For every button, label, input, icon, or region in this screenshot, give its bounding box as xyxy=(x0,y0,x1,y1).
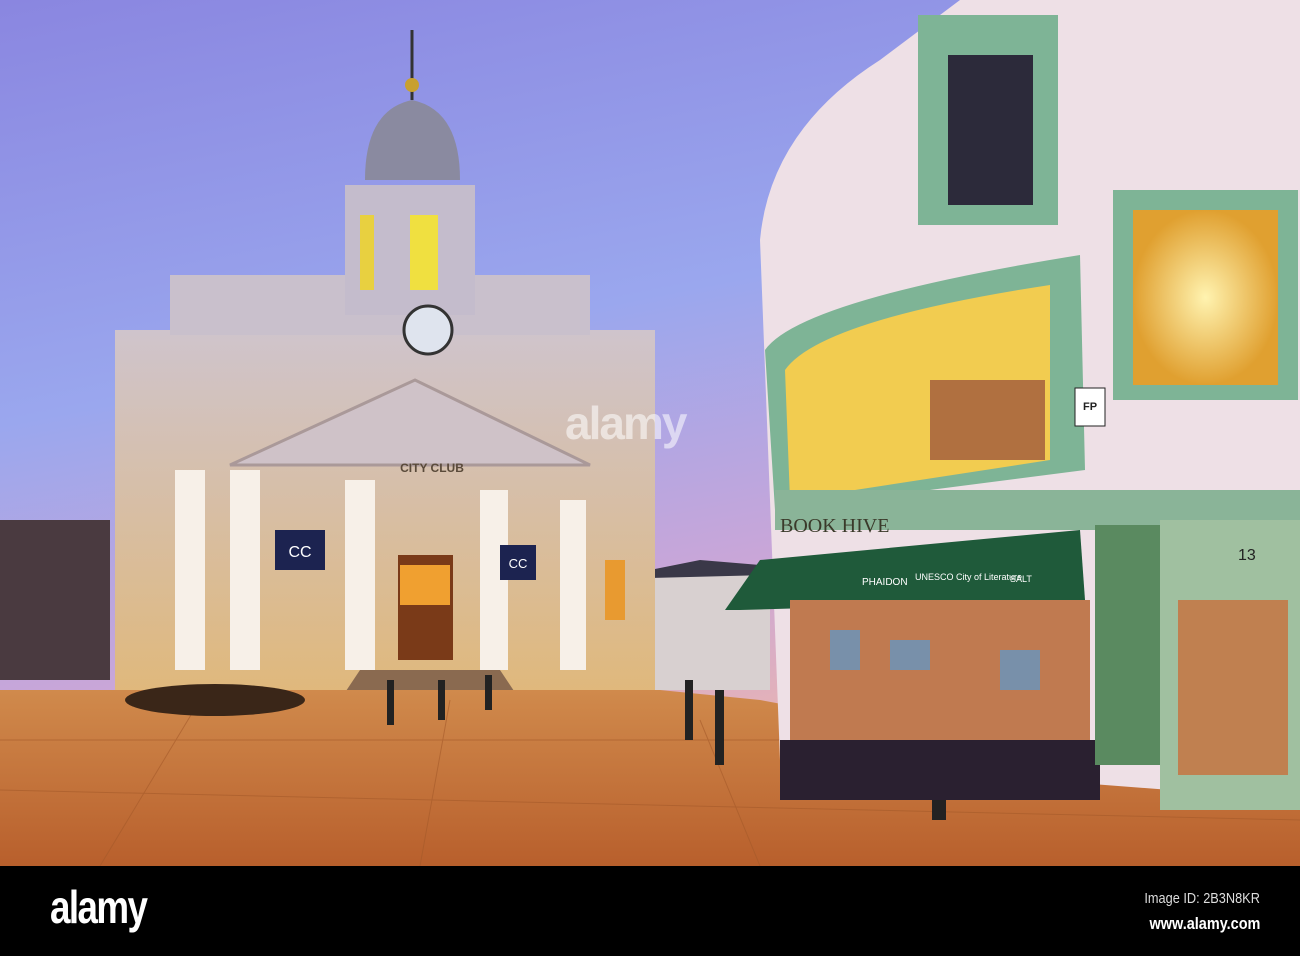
awning-salt: SALT xyxy=(1010,574,1032,584)
awning-publisher: PHAIDON xyxy=(862,577,908,588)
city-club-sign: CITY CLUB xyxy=(400,461,464,475)
background-buildings xyxy=(0,520,110,680)
bench xyxy=(125,684,305,716)
clock xyxy=(402,304,454,356)
club-banner-left: CC xyxy=(288,544,311,561)
awning-unesco: UNESCO City of Literature xyxy=(915,572,1022,582)
door-number: 13 xyxy=(1238,547,1256,564)
book-hive-building: FP BOOK HIVE PHAIDON UNESCO City of Lite… xyxy=(725,0,1300,810)
site-url[interactable]: www.alamy.com xyxy=(1149,914,1260,934)
plaque-text: FP xyxy=(1083,401,1097,413)
footer-bar: alamy Image ID: 2B3N8KR www.alamy.com xyxy=(0,866,1300,956)
watermark: alamy xyxy=(565,397,687,449)
alamy-logo[interactable]: alamy xyxy=(50,880,148,934)
image-id: Image ID: 2B3N8KR xyxy=(1144,890,1260,907)
book-hive-sign: BOOK HIVE xyxy=(780,515,889,537)
club-banner-right: CC xyxy=(509,556,528,571)
